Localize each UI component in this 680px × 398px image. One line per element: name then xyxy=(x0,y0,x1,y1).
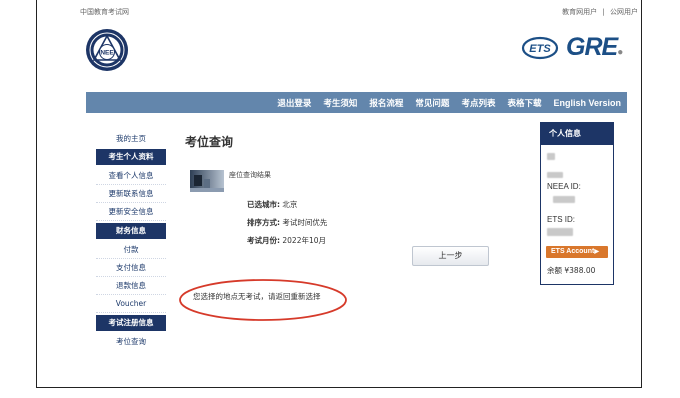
ets-logo-icon: ETS xyxy=(521,36,559,60)
ets-id-label: ETS ID: xyxy=(547,215,576,224)
public-user-link[interactable]: 公网用户 xyxy=(610,8,638,16)
sidebar-section-finance: 财务信息 xyxy=(96,223,166,239)
sidebar: 我的主页 考生个人资料 查看个人信息 更新联系信息 更新安全信息 财务信息 付款… xyxy=(96,130,166,350)
month-value: 2022年10月 xyxy=(282,236,327,245)
sidebar-item-view-profile[interactable]: 查看个人信息 xyxy=(96,167,166,185)
user-links: 教育网用户 | 公网用户 xyxy=(562,7,638,17)
sidebar-section-profile: 考生个人资料 xyxy=(96,149,166,165)
gre-logo: GRE● xyxy=(566,33,623,61)
city-label: 已选城市: xyxy=(247,200,280,209)
panel-title: 个人信息 xyxy=(541,123,613,145)
sidebar-item-voucher[interactable]: Voucher xyxy=(96,295,166,313)
redacted-name-2 xyxy=(547,172,563,178)
sidebar-section-registration: 考试注册信息 xyxy=(96,315,166,331)
neea-id-label: NEEA ID: xyxy=(547,182,581,191)
account-balance: 余额 ¥388.00 xyxy=(547,266,596,275)
nav-english-version[interactable]: English Version xyxy=(547,98,627,108)
back-button[interactable]: 上一步 xyxy=(412,246,489,266)
sidebar-item-payment[interactable]: 付款 xyxy=(96,241,166,259)
result-label: 座位查询结果 xyxy=(229,171,271,179)
svg-text:NEE: NEE xyxy=(100,50,114,57)
page-title: 考位查询 xyxy=(185,135,234,149)
personal-info-panel: 个人信息 NEEA ID: ETS ID: ETS Account▶ 余额 ¥3… xyxy=(540,122,614,285)
exam-month-row: 考试月份: 2022年10月 xyxy=(247,235,326,246)
seat-result-image-icon xyxy=(190,170,224,192)
nav-candidate-notice[interactable]: 考生须知 xyxy=(317,97,363,109)
sort-value: 考试时间优先 xyxy=(282,218,328,227)
svg-text:ETS: ETS xyxy=(529,43,551,55)
nav-faq[interactable]: 常见问题 xyxy=(409,97,455,109)
sort-order-row: 排序方式: 考试时间优先 xyxy=(247,217,327,228)
sidebar-item-seat-search[interactable]: 考位查询 xyxy=(96,333,166,350)
ets-account-label: ETS Account xyxy=(551,248,595,255)
nav-registration-process[interactable]: 报名流程 xyxy=(363,97,409,109)
sidebar-item-update-security[interactable]: 更新安全信息 xyxy=(96,203,166,221)
no-exam-notice: 您选择的地点无考试，请返回重新选择 xyxy=(193,292,321,301)
gre-dot: ● xyxy=(617,47,623,58)
arrow-right-icon: ▶ xyxy=(594,249,599,255)
sidebar-item-update-contact[interactable]: 更新联系信息 xyxy=(96,185,166,203)
ets-account-button[interactable]: ETS Account▶ xyxy=(546,246,608,258)
sidebar-item-payment-info[interactable]: 支付信息 xyxy=(96,259,166,277)
sidebar-item-home[interactable]: 我的主页 xyxy=(96,130,166,147)
link-separator: | xyxy=(602,8,605,16)
redacted-neea-id xyxy=(553,196,575,203)
site-name[interactable]: 中国教育考试网 xyxy=(80,7,129,17)
city-value: 北京 xyxy=(282,200,298,209)
month-label: 考试月份: xyxy=(247,236,280,245)
neea-logo-icon: NEE xyxy=(86,29,128,71)
nav-forms-download[interactable]: 表格下载 xyxy=(501,97,547,109)
sidebar-item-refund-info[interactable]: 退款信息 xyxy=(96,277,166,295)
edu-user-link[interactable]: 教育网用户 xyxy=(562,8,597,16)
nav-logout[interactable]: 退出登录 xyxy=(271,97,317,109)
redacted-name xyxy=(547,153,555,160)
selected-city-row: 已选城市: 北京 xyxy=(247,199,297,210)
sort-label: 排序方式: xyxy=(247,218,280,227)
redacted-ets-id xyxy=(547,228,573,236)
main-nav: 退出登录 考生须知 报名流程 常见问题 考点列表 表格下载 English Ve… xyxy=(86,92,627,113)
nav-test-centers[interactable]: 考点列表 xyxy=(455,97,501,109)
